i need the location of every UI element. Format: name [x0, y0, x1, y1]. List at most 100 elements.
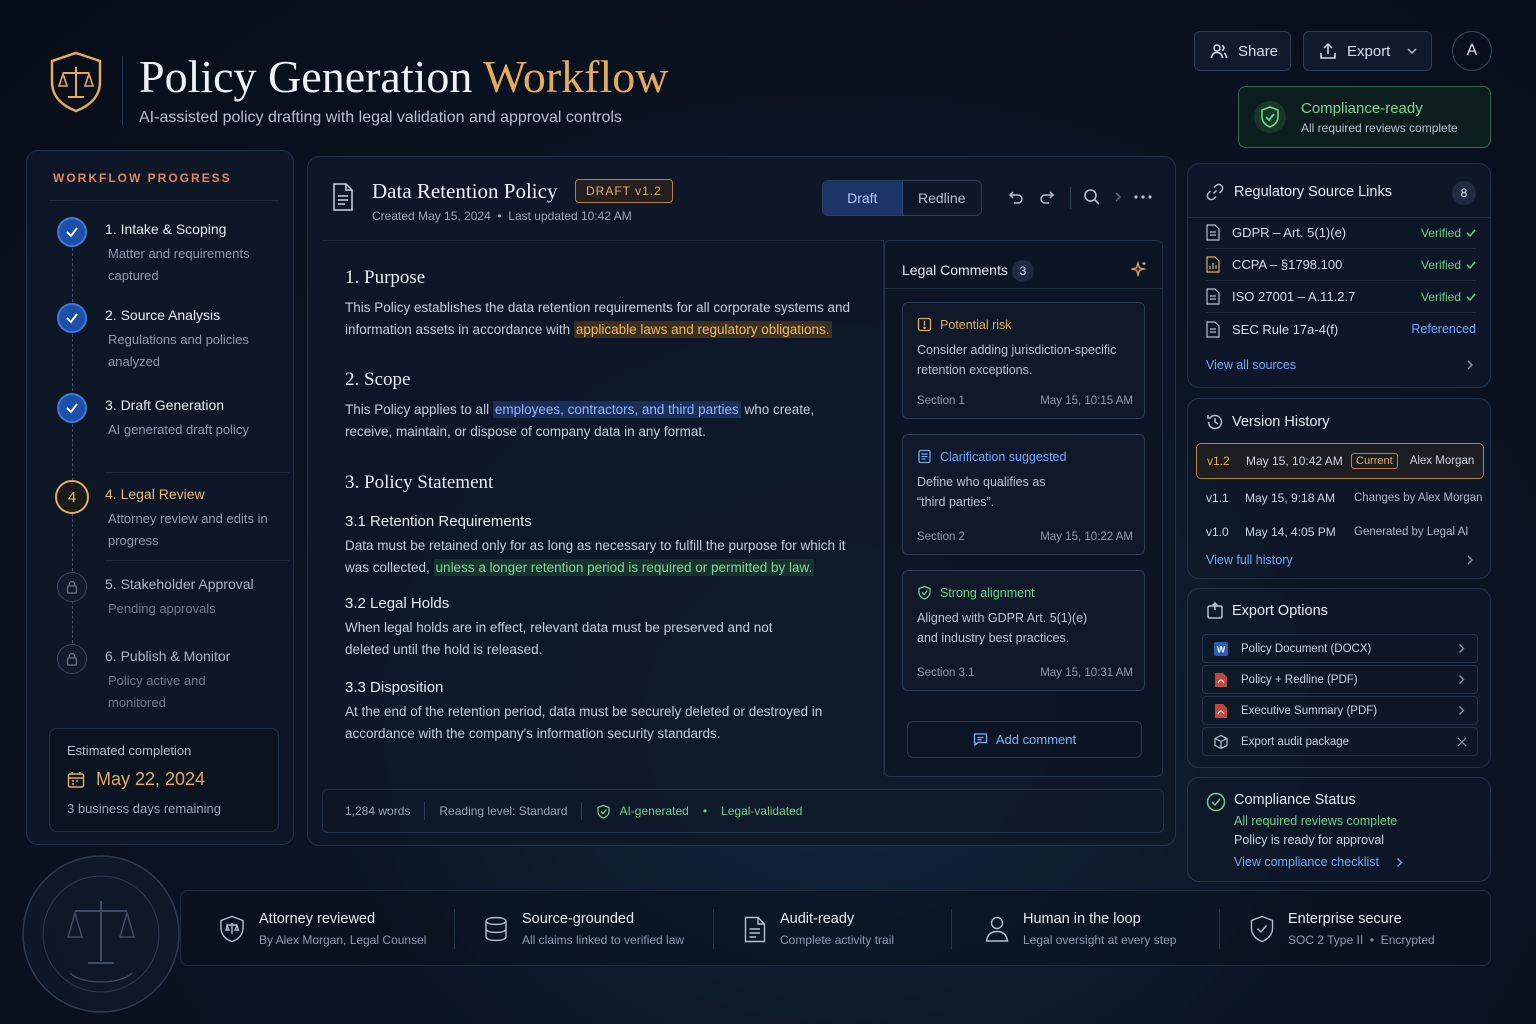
- check-icon: [57, 217, 87, 247]
- version-row-current[interactable]: v1.2 May 15, 10:42 AM Current Alex Morga…: [1196, 443, 1484, 479]
- section-paragraph: This Policy establishes the data retenti…: [345, 300, 850, 338]
- view-full-history-link[interactable]: View full history: [1206, 553, 1293, 567]
- trust-item-audit: Audit-ready Complete activity trail: [744, 891, 894, 967]
- export-docx-row[interactable]: W Policy Document (DOCX): [1202, 634, 1478, 663]
- estimated-completion-card: Estimated completion May 22, 2024 3 busi…: [49, 728, 279, 832]
- step-connector: [72, 514, 73, 571]
- chevron-right-icon[interactable]: [1396, 857, 1403, 868]
- word-icon: W: [1213, 641, 1229, 657]
- version-date: May 15, 10:42 AM: [1246, 454, 1343, 468]
- document-icon: [1206, 320, 1220, 338]
- step-connector: [72, 424, 73, 481]
- trust-subtitle: Legal oversight at every step: [1023, 933, 1177, 947]
- check-icon: [1466, 260, 1476, 270]
- share-label: Share: [1238, 42, 1279, 60]
- comment-card-risk[interactable]: Potential risk Consider adding jurisdict…: [902, 302, 1145, 419]
- tab-redline[interactable]: Redline: [903, 181, 982, 215]
- version-number: v1.2: [1207, 454, 1230, 468]
- document-meta: Created May 15, 2024 • Last updated 10:4…: [372, 209, 632, 223]
- trust-subtitle: Complete activity trail: [780, 933, 895, 947]
- add-comment-button[interactable]: Add comment: [907, 721, 1142, 758]
- trust-subtitle: All claims linked to verified law: [522, 933, 685, 947]
- source-label: GDPR – Art. 5(1)(e): [1232, 225, 1347, 240]
- comment-text: Aligned with GDPR Art. 5(1)(e) and indus…: [917, 611, 1088, 645]
- section-heading: 3. Policy Statement: [345, 472, 494, 493]
- sources-title: Regulatory Source Links: [1234, 184, 1392, 200]
- highlight-clarification[interactable]: employees, contractors, and third partie…: [492, 401, 741, 418]
- export-audit-package-row[interactable]: Export audit package: [1202, 727, 1478, 756]
- highlight-alignment[interactable]: unless a longer retention period is requ…: [433, 559, 815, 576]
- check-icon: [1466, 292, 1476, 302]
- divider: [105, 472, 289, 473]
- compliance-status-line1: All required reviews complete: [1234, 814, 1398, 828]
- section-heading: 1. Purpose: [345, 267, 426, 288]
- source-link-row[interactable]: CCPA – §1798.100 Verified: [1206, 249, 1476, 281]
- source-link-row[interactable]: SEC Rule 17a-4(f) Referenced: [1206, 313, 1476, 345]
- view-mode-toggle: Draft Redline: [822, 180, 982, 216]
- source-link-row[interactable]: ISO 27001 – A.11.2.7 Verified: [1206, 281, 1476, 313]
- current-badge: Current: [1351, 453, 1398, 469]
- comment-type: Strong alignment: [940, 586, 1035, 600]
- scales-shield-logo-icon: [48, 50, 104, 114]
- step-title: 4. Legal Review: [105, 486, 205, 502]
- upload-icon: [1319, 42, 1337, 60]
- divider: [1219, 909, 1220, 949]
- word-count: 1,284 words: [345, 804, 411, 818]
- draft-version-badge: DRAFT v1.2: [575, 179, 673, 203]
- source-link-row[interactable]: GDPR – Art. 5(1)(e) Verified: [1206, 217, 1476, 249]
- trust-subtitle: SOC 2 Type II • Encrypted: [1288, 933, 1435, 947]
- reading-level: Reading level: Standard: [439, 804, 568, 818]
- comment-card-alignment[interactable]: Strong alignment Aligned with GDPR Art. …: [902, 570, 1145, 691]
- comment-card-clarification[interactable]: Clarification suggested Define who quali…: [902, 434, 1145, 555]
- trust-title: Enterprise secure: [1288, 911, 1402, 927]
- view-all-sources-link[interactable]: View all sources: [1206, 358, 1296, 372]
- version-row[interactable]: v1.1 May 15, 9:18 AM Changes by Alex Mor…: [1196, 480, 1484, 516]
- export-label: Executive Summary (PDF): [1241, 704, 1378, 717]
- step-title: 3. Draft Generation: [105, 397, 225, 413]
- export-redline-pdf-row[interactable]: Policy + Redline (PDF): [1202, 665, 1478, 694]
- legal-validated-tag: Legal-validated: [721, 804, 803, 818]
- database-icon: [484, 916, 508, 942]
- export-button[interactable]: Export: [1303, 31, 1432, 71]
- version-date: May 15, 9:18 AM: [1245, 491, 1336, 505]
- svg-text:W: W: [1217, 644, 1226, 654]
- lock-icon: [57, 572, 87, 602]
- export-summary-pdf-row[interactable]: Executive Summary (PDF): [1202, 696, 1478, 725]
- step-title: 6. Publish & Monitor: [105, 648, 231, 664]
- share-button[interactable]: Share: [1194, 31, 1291, 71]
- user-avatar[interactable]: A: [1452, 31, 1492, 71]
- step-number-badge: 4: [55, 480, 89, 514]
- legal-comments-panel: Legal Comments 3 Potential risk Consider…: [884, 240, 1163, 777]
- section-paragraph: At the end of the retention period, data…: [345, 704, 823, 741]
- link-icon: [1206, 183, 1224, 201]
- comments-count-badge: 3: [1012, 260, 1034, 282]
- document-icon: [332, 183, 354, 211]
- search-icon[interactable]: [1083, 188, 1101, 206]
- pdf-icon: [1213, 703, 1229, 719]
- version-row[interactable]: v1.0 May 14, 4:05 PM Generated by Legal …: [1196, 514, 1484, 550]
- separator-dot: •: [702, 804, 708, 818]
- ai-sparkle-icon[interactable]: [1131, 261, 1147, 277]
- undo-icon[interactable]: [1006, 188, 1024, 206]
- divider: [885, 288, 1162, 289]
- document-chart-icon: [1206, 256, 1220, 273]
- chevron-right-icon[interactable]: [1114, 191, 1122, 203]
- document-content[interactable]: 1. Purpose This Policy establishes the d…: [322, 240, 884, 775]
- version-author: Changes by Alex Morgan: [1354, 492, 1483, 504]
- compliance-checklist-link[interactable]: View compliance checklist: [1234, 855, 1379, 869]
- more-options-icon[interactable]: [1134, 195, 1152, 199]
- check-icon: [57, 393, 87, 423]
- tab-draft[interactable]: Draft: [823, 181, 903, 215]
- chevron-right-icon[interactable]: [1466, 554, 1474, 566]
- redo-icon[interactable]: [1039, 188, 1057, 206]
- subsection-heading: 3.1 Retention Requirements: [345, 513, 532, 530]
- comment-section: Section 1: [917, 395, 965, 407]
- export-label: Export: [1347, 42, 1391, 60]
- version-number: v1.0: [1206, 525, 1229, 539]
- chevron-right-icon[interactable]: [1466, 359, 1474, 371]
- highlight-risk[interactable]: applicable laws and regulatory obligatio…: [573, 321, 832, 338]
- trust-title: Human in the loop: [1023, 911, 1141, 927]
- regulatory-sources-panel: Regulatory Source Links 8 GDPR – Art. 5(…: [1187, 163, 1491, 388]
- exports-title: Export Options: [1232, 603, 1328, 619]
- check-icon: [1466, 228, 1476, 238]
